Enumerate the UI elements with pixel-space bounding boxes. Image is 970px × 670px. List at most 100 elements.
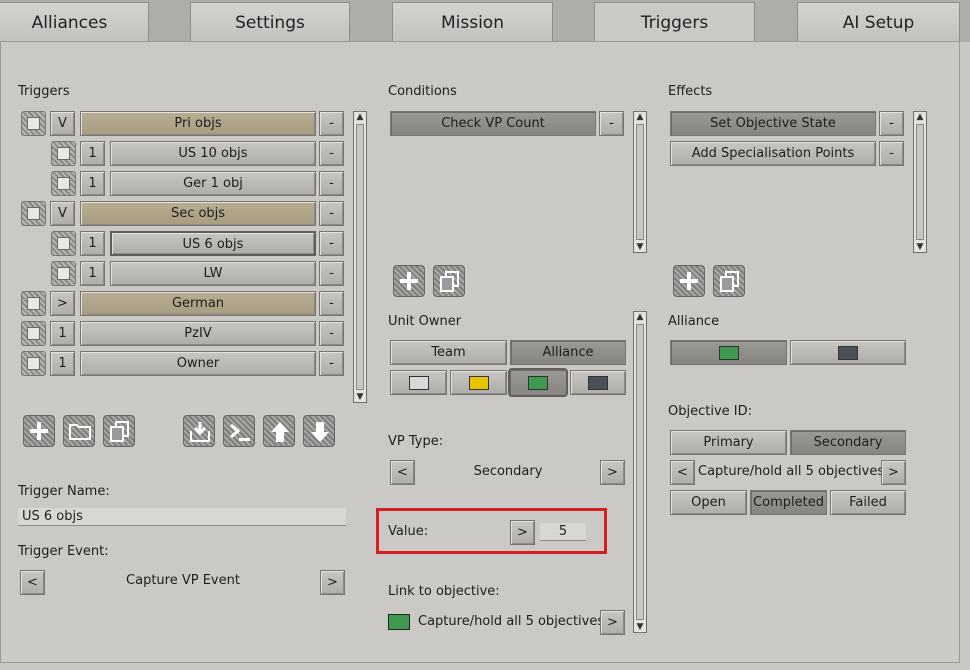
folder-icon[interactable]	[63, 415, 95, 447]
scroll-thumb[interactable]	[916, 124, 924, 240]
trigger-event-prev-button[interactable]: <	[20, 570, 45, 595]
alliance-color-grey[interactable]	[790, 340, 906, 365]
primary-button[interactable]: Primary	[670, 430, 787, 455]
scroll-down-icon[interactable]: ▼	[634, 622, 646, 632]
move-down-icon[interactable]	[303, 415, 335, 447]
trigger-flag[interactable]: >	[50, 291, 75, 316]
scroll-thumb[interactable]	[356, 124, 364, 390]
trigger-checkbox[interactable]	[51, 261, 76, 286]
owner-color-green-selected[interactable]	[508, 368, 568, 397]
objective-prev-button[interactable]: <	[670, 460, 695, 485]
trigger-item-selected[interactable]: US 6 objs	[110, 231, 316, 256]
scroll-thumb[interactable]	[636, 124, 644, 240]
scroll-down-icon[interactable]: ▼	[634, 242, 646, 252]
condition-item[interactable]: Check VP Count	[390, 111, 596, 136]
trigger-checkbox[interactable]	[21, 111, 46, 136]
trigger-checkbox[interactable]	[21, 201, 46, 226]
scroll-down-icon[interactable]: ▼	[354, 392, 366, 402]
effects-heading: Effects	[668, 84, 713, 99]
link-objective-next-button[interactable]: >	[600, 610, 625, 635]
triggers-scrollbar[interactable]: ▲ ▼	[353, 111, 367, 403]
remove-trigger-button[interactable]: -	[319, 321, 344, 346]
vp-type-prev-button[interactable]: <	[390, 460, 415, 485]
unit-owner-label: Unit Owner	[388, 314, 462, 329]
scroll-thumb[interactable]	[636, 324, 644, 620]
trigger-item[interactable]: Owner	[80, 351, 316, 376]
trigger-flag[interactable]: 1	[80, 261, 105, 286]
team-button[interactable]: Team	[390, 340, 507, 365]
value-field[interactable]: 5	[540, 523, 586, 541]
owner-color-yellow[interactable]	[450, 370, 507, 395]
trigger-checkbox[interactable]	[21, 321, 46, 346]
tab-alliances[interactable]: Alliances	[0, 2, 149, 42]
alliance-button[interactable]: Alliance	[510, 340, 626, 365]
trigger-flag[interactable]: 1	[80, 231, 105, 256]
remove-trigger-button[interactable]: -	[319, 261, 344, 286]
remove-trigger-button[interactable]: -	[319, 291, 344, 316]
state-completed-button[interactable]: Completed	[750, 490, 827, 515]
trigger-flag[interactable]: V	[50, 201, 75, 226]
remove-trigger-button[interactable]: -	[319, 231, 344, 256]
trigger-item[interactable]: LW	[110, 261, 316, 286]
trigger-item[interactable]: Ger 1 obj	[110, 171, 316, 196]
trigger-item[interactable]: PzIV	[80, 321, 316, 346]
effects-scrollbar[interactable]: ▲ ▼	[913, 111, 927, 253]
objective-next-button[interactable]: >	[881, 460, 906, 485]
effect-item[interactable]: Set Objective State	[670, 111, 876, 136]
trigger-checkbox[interactable]	[21, 351, 46, 376]
remove-trigger-button[interactable]: -	[319, 171, 344, 196]
state-failed-button[interactable]: Failed	[830, 490, 906, 515]
copy-icon[interactable]	[713, 265, 745, 297]
copy-icon[interactable]	[103, 415, 135, 447]
move-up-icon[interactable]	[263, 415, 295, 447]
trigger-checkbox[interactable]	[51, 171, 76, 196]
scroll-up-icon[interactable]: ▲	[914, 112, 926, 122]
trigger-flag[interactable]: 1	[80, 141, 105, 166]
tab-mission[interactable]: Mission	[392, 2, 553, 42]
add-icon[interactable]	[23, 415, 55, 447]
trigger-checkbox[interactable]	[51, 231, 76, 256]
add-icon[interactable]	[673, 265, 705, 297]
remove-condition-button[interactable]: -	[599, 111, 624, 136]
alliance-color-green-selected[interactable]	[670, 340, 787, 365]
remove-trigger-button[interactable]: -	[319, 111, 344, 136]
effect-item[interactable]: Add Specialisation Points	[670, 141, 876, 166]
conditions-scrollbar[interactable]: ▲ ▼	[633, 111, 647, 253]
trigger-event-next-button[interactable]: >	[320, 570, 345, 595]
trigger-item[interactable]: Sec objs	[80, 201, 316, 226]
conditions-heading: Conditions	[388, 84, 457, 99]
owner-color-white[interactable]	[390, 370, 447, 395]
tab-ai-setup[interactable]: AI Setup	[797, 2, 960, 42]
tab-triggers[interactable]: Triggers	[594, 2, 755, 43]
trigger-flag[interactable]: V	[50, 111, 75, 136]
trigger-item[interactable]: US 10 objs	[110, 141, 316, 166]
value-next-button[interactable]: >	[510, 520, 535, 545]
scroll-down-icon[interactable]: ▼	[914, 242, 926, 252]
state-open-button[interactable]: Open	[670, 490, 747, 515]
trigger-item[interactable]: Pri objs	[80, 111, 316, 136]
remove-effect-button[interactable]: -	[879, 111, 904, 136]
remove-trigger-button[interactable]: -	[319, 141, 344, 166]
vp-type-next-button[interactable]: >	[600, 460, 625, 485]
scroll-up-icon[interactable]: ▲	[634, 312, 646, 322]
tab-settings[interactable]: Settings	[190, 2, 350, 42]
remove-trigger-button[interactable]: -	[319, 201, 344, 226]
copy-icon[interactable]	[433, 265, 465, 297]
scroll-up-icon[interactable]: ▲	[354, 112, 366, 122]
secondary-button[interactable]: Secondary	[790, 430, 906, 455]
trigger-flag[interactable]: 1	[50, 351, 75, 376]
trigger-item[interactable]: German	[80, 291, 316, 316]
trigger-flag[interactable]: 1	[50, 321, 75, 346]
owner-color-grey[interactable]	[570, 370, 626, 395]
trigger-name-field[interactable]: US 6 objs	[18, 508, 346, 526]
import-icon[interactable]	[183, 415, 215, 447]
trigger-checkbox[interactable]	[21, 291, 46, 316]
remove-trigger-button[interactable]: -	[319, 351, 344, 376]
console-icon[interactable]	[223, 415, 255, 447]
add-icon[interactable]	[393, 265, 425, 297]
scroll-up-icon[interactable]: ▲	[634, 112, 646, 122]
remove-effect-button[interactable]: -	[879, 141, 904, 166]
trigger-checkbox[interactable]	[51, 141, 76, 166]
condition-settings-scrollbar[interactable]: ▲ ▼	[633, 311, 647, 633]
trigger-flag[interactable]: 1	[80, 171, 105, 196]
